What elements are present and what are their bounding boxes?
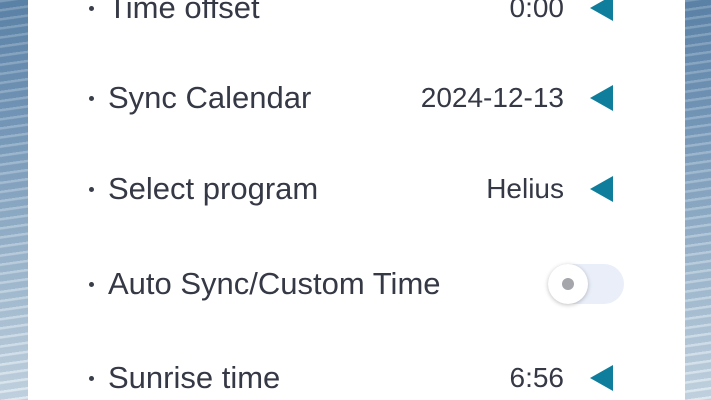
setting-label-time-offset: Time offset: [108, 0, 260, 25]
bullet-dot: [89, 281, 94, 287]
triangle-left-icon[interactable]: [590, 85, 613, 111]
setting-row-auto-sync: Auto Sync/Custom Time: [28, 262, 685, 306]
triangle-left-icon[interactable]: [590, 0, 613, 21]
setting-value-select-program: Helius: [486, 173, 564, 204]
bullet-dot: [89, 5, 94, 11]
triangle-left-icon[interactable]: [590, 176, 613, 202]
setting-label-auto-sync: Auto Sync/Custom Time: [108, 266, 441, 301]
setting-label-sync-calendar: Sync Calendar: [108, 80, 312, 115]
setting-value-sunrise-time: 6:56: [509, 362, 565, 393]
setting-row-sunrise-time[interactable]: Sunrise time 6:56: [28, 356, 685, 400]
bullet-dot: [89, 375, 94, 381]
setting-value-time-offset: 0:00: [509, 0, 565, 23]
setting-row-select-program[interactable]: Select program Helius: [28, 167, 685, 211]
settings-panel: Time offset 0:00 Sync Calendar 2024-12-1…: [28, 0, 685, 400]
background-water-right: [683, 0, 711, 400]
bullet-dot: [89, 95, 94, 101]
triangle-left-icon[interactable]: [590, 365, 613, 391]
setting-label-sunrise-time: Sunrise time: [108, 360, 281, 395]
toggle-knob-dot: [562, 278, 574, 290]
setting-value-sync-calendar: 2024-12-13: [420, 82, 564, 113]
auto-sync-toggle[interactable]: [548, 264, 624, 304]
bullet-dot: [89, 186, 94, 192]
setting-row-time-offset[interactable]: Time offset 0:00: [28, 0, 685, 30]
background-water-left: [0, 0, 30, 400]
setting-row-sync-calendar[interactable]: Sync Calendar 2024-12-13: [28, 76, 685, 120]
toggle-knob: [548, 264, 588, 304]
setting-label-select-program: Select program: [108, 171, 319, 206]
